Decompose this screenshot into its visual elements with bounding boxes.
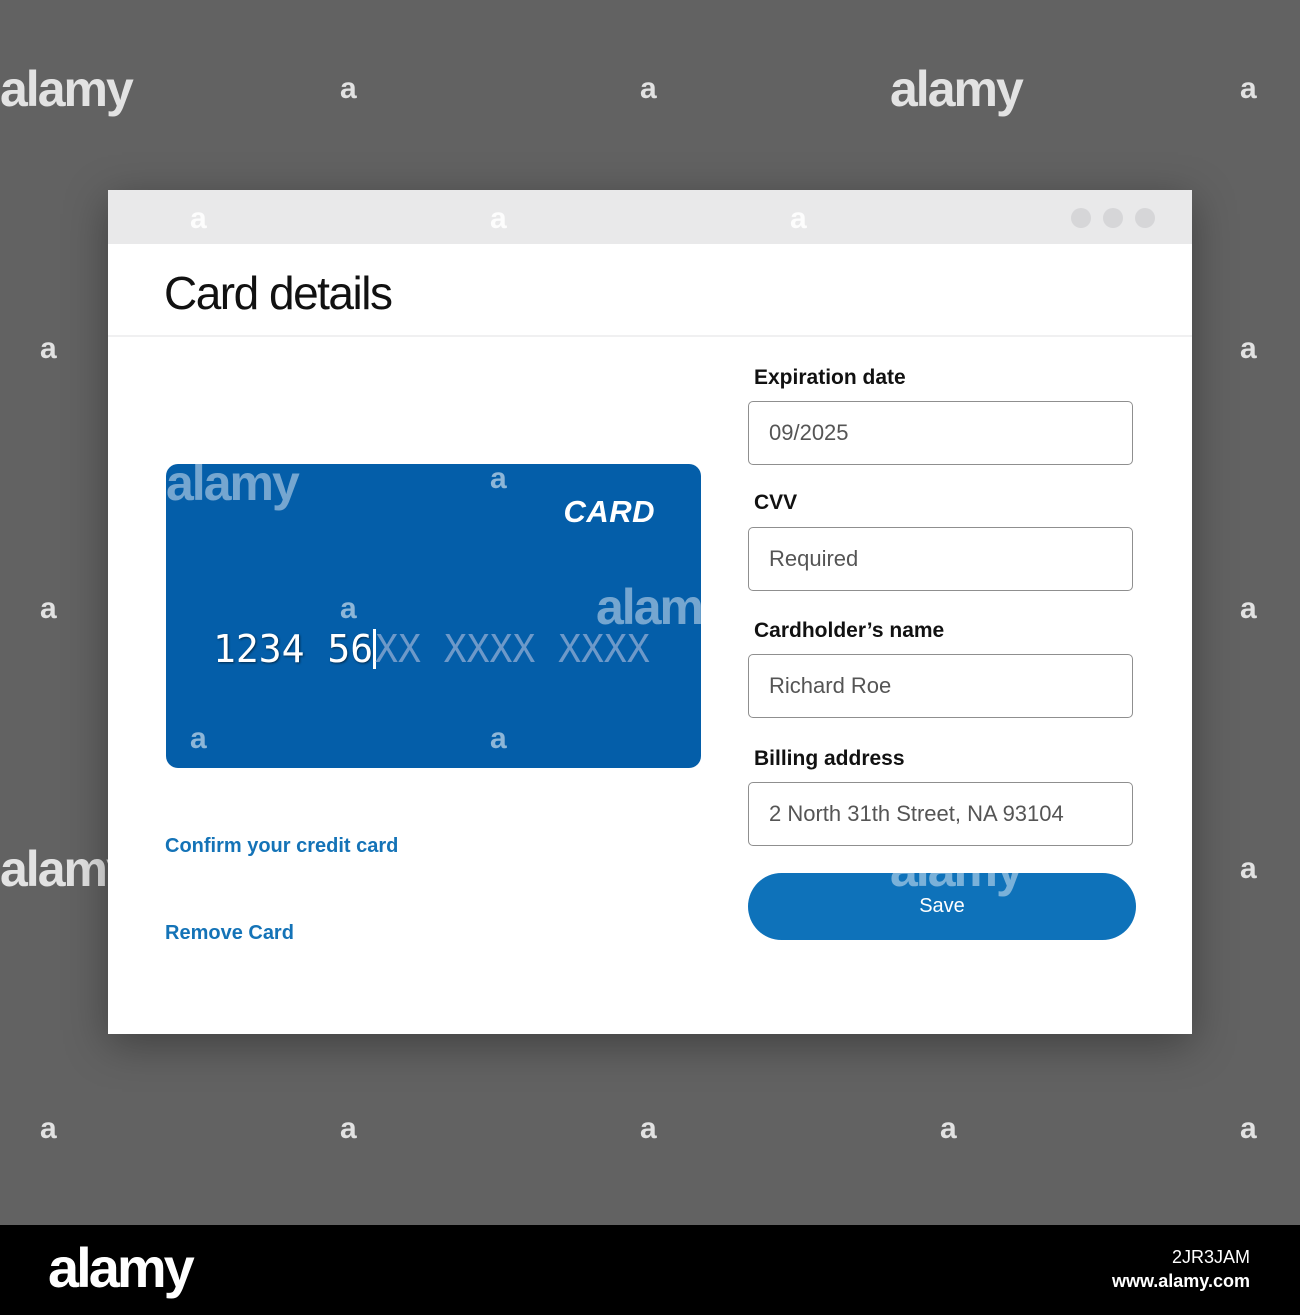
watermark-mark: a xyxy=(790,202,807,235)
card-number-typed: 1234 56 xyxy=(213,627,374,671)
card-brand-label: CARD xyxy=(563,494,655,529)
cardholder-name-label: Cardholder’s name xyxy=(754,619,945,642)
confirm-card-link[interactable]: Confirm your credit card xyxy=(165,835,398,858)
billing-address-input[interactable] xyxy=(748,782,1133,846)
watermark-mark: a xyxy=(340,1112,357,1145)
watermark-mark: a xyxy=(1240,332,1257,365)
watermark-mark: a xyxy=(190,722,207,755)
screenshot-backdrop: alamy a a alamy a a a a a alamy a a a a … xyxy=(0,0,1300,1225)
watermark-logo: alamy xyxy=(166,455,300,511)
expiration-date-label: Expiration date xyxy=(754,366,906,389)
watermark-mark: a xyxy=(40,1112,57,1145)
watermark-mark: a xyxy=(190,202,207,235)
page-header: Card details xyxy=(108,244,1192,337)
card-details-window: Card details CARD 1234 56XX XXXX XXXX Co… xyxy=(108,190,1192,1034)
page-title: Card details xyxy=(164,267,393,319)
watermark-mark: a xyxy=(640,1112,657,1145)
remove-card-link[interactable]: Remove Card xyxy=(165,922,294,945)
watermark-mark: a xyxy=(490,722,507,755)
window-dot-icon[interactable] xyxy=(1071,208,1091,228)
cardholder-name-input[interactable] xyxy=(748,654,1133,718)
cvv-input[interactable] xyxy=(748,527,1133,591)
watermark-mark: a xyxy=(1240,852,1257,885)
watermark-mark: a xyxy=(640,72,657,105)
watermark-mark: a xyxy=(1240,72,1257,105)
billing-address-label: Billing address xyxy=(754,747,905,770)
watermark-mark: a xyxy=(340,72,357,105)
watermark-footer: alamy 2JR3JAM www.alamy.com xyxy=(0,1225,1300,1315)
watermark-mark: a xyxy=(490,462,507,495)
watermark-logo: alamy xyxy=(0,61,134,117)
watermark-mark: a xyxy=(1240,592,1257,625)
watermark-mark: a xyxy=(490,202,507,235)
watermark-mark: a xyxy=(40,332,57,365)
watermark-mark: a xyxy=(40,592,57,625)
watermark-logo: alamy xyxy=(890,61,1024,117)
footer-logo: alamy xyxy=(48,1236,195,1299)
expiration-date-input[interactable] xyxy=(748,401,1133,465)
watermark-logo: alamy xyxy=(890,841,1024,897)
watermark-mark: a xyxy=(1240,1112,1257,1145)
window-dot-icon[interactable] xyxy=(1103,208,1123,228)
card-number[interactable]: 1234 56XX XXXX XXXX xyxy=(213,627,650,671)
watermark-mark: a xyxy=(940,1112,957,1145)
window-dot-icon[interactable] xyxy=(1135,208,1155,228)
watermark-mark: a xyxy=(340,592,357,625)
site-url-label: www.alamy.com xyxy=(1111,1271,1250,1291)
cvv-label: CVV xyxy=(754,491,798,514)
window-titlebar xyxy=(108,190,1192,244)
image-id-label: 2JR3JAM xyxy=(1171,1247,1250,1267)
watermark-logo: alamy xyxy=(596,579,730,635)
